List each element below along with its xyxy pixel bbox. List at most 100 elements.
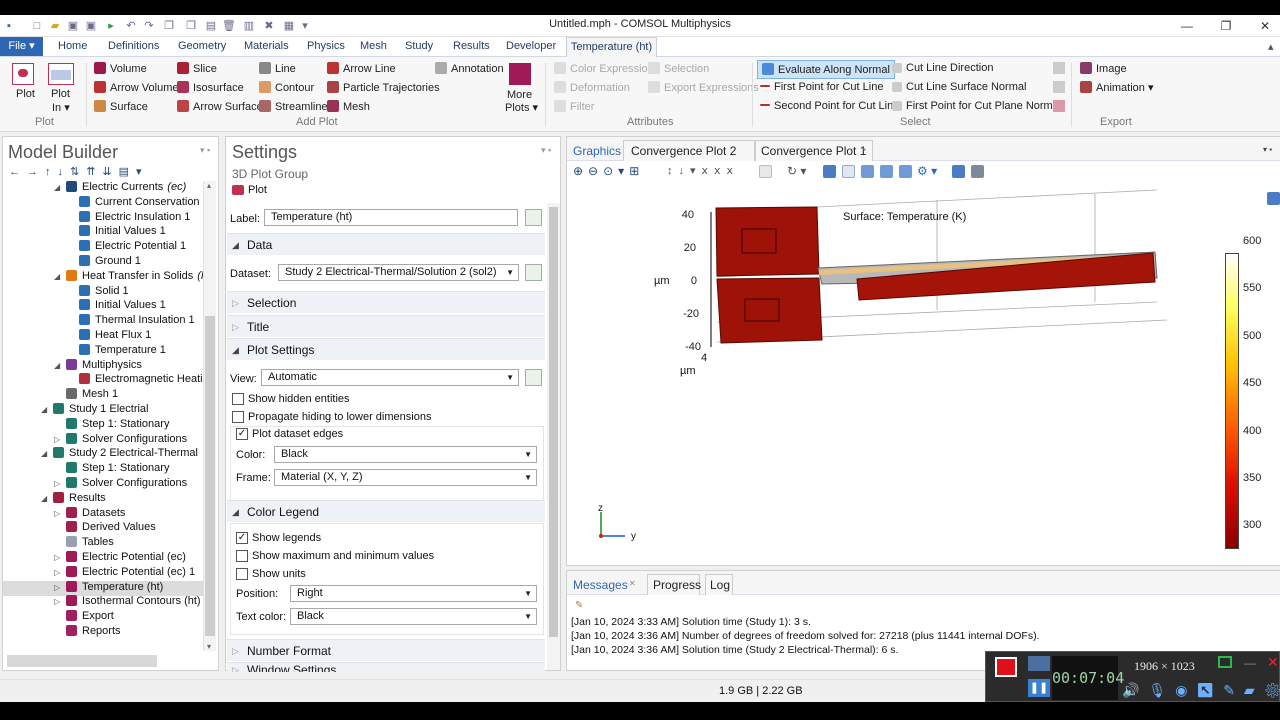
tree-item[interactable]: ▷ Datasets [54,506,125,522]
tree-item[interactable]: Current Conservation 1 [67,195,203,211]
mesh-plot-button[interactable]: Mesh [327,100,370,113]
filter-button[interactable]: Filter [554,100,594,113]
color-select[interactable]: Black ▼ [274,446,537,463]
tree-item[interactable]: ▷ Electric Potential (ec) [54,551,186,566]
tree-item[interactable]: ◢ Electric Currents (ec) [54,181,186,196]
frame-select[interactable]: Material (X, Y, Z) ▼ [274,469,537,486]
tree-item[interactable]: ▷ Isothermal Contours (ht) [54,595,201,610]
tree-item[interactable]: Electric Potential 1 [67,240,186,255]
cut-line-direction-button[interactable]: Cut Line Direction [892,62,993,74]
graphics-toolbar-zoom[interactable]: ⊕⊖⊙▾⊞ [573,164,644,178]
show-hidden-checkbox[interactable] [232,393,244,405]
tree-item[interactable]: Electromagnetic Heating [67,373,203,388]
tab-progress[interactable]: Progress [653,578,701,592]
plot-button[interactable]: Plot [16,88,35,100]
tree-item[interactable]: Initial Values 1 [67,225,166,240]
plot-canvas[interactable] [627,182,1247,502]
tab-convergence-plot-1[interactable]: Convergence Plot 1 [761,144,866,158]
tree-item[interactable]: ◢ Multiphysics [54,358,142,374]
plot-in-dropdown[interactable]: In ▾ [52,101,70,114]
plot-settings-button[interactable]: Plot [232,184,267,196]
grid-icon[interactable] [880,165,893,178]
tree-scrollbar[interactable]: ▴ ▾ [203,181,216,651]
tab-log[interactable]: Log [710,578,730,592]
pause-button[interactable]: ❚❚ [1028,679,1050,697]
annotation-button[interactable]: Annotation [435,62,504,75]
print-icon[interactable] [971,165,984,178]
tree-item[interactable]: ◢Heat Transfer in Solids(ht) [54,269,203,285]
tab-graphics[interactable]: Graphics [573,144,621,158]
show-maxmin-checkbox[interactable] [236,550,248,562]
tab-close-icon[interactable]: ▪ [863,145,866,154]
tab-geometry[interactable]: Geometry [178,40,226,52]
record-stop-button[interactable] [995,657,1017,677]
image-export-button[interactable]: Image [1080,62,1127,75]
tree-item[interactable]: ▷ Solver Configurations [54,477,187,492]
dataset-edges-checkbox[interactable]: ✓ [236,428,248,440]
tab-materials[interactable]: Materials [244,40,289,52]
select-extra-icon[interactable] [1053,62,1065,74]
tree-toggle-icon[interactable]: ◢ [54,183,63,192]
graphics-menu-icon[interactable]: ▾ ▪ [1263,145,1272,154]
evaluate-along-normal-button[interactable]: Evaluate Along Normal [757,60,895,79]
close-button[interactable]: ✕ [1242,15,1280,37]
section-title[interactable]: ▷ Title [227,315,545,337]
line-button[interactable]: Line [259,62,296,75]
plot-in-button[interactable]: Plot [51,88,70,100]
recorder-tools-icons[interactable]: 🔊🎙◉↖✎▰⚙ [1122,682,1280,699]
section-number-format[interactable]: ▷ Number Format [227,639,545,661]
minimize-recorder-icon[interactable]: — [1244,656,1258,670]
streamline-button[interactable]: Streamline [259,100,328,113]
tab-temperature-ht[interactable]: Temperature (ht) [566,37,657,58]
view-select[interactable]: Automatic ▼ [261,369,519,386]
tree-item[interactable]: ◢ Results [41,491,106,507]
dataset-goto-icon[interactable] [525,264,542,281]
region-icon[interactable] [1218,656,1232,668]
animation-export-button[interactable]: Animation ▾ [1080,81,1154,94]
tree-item[interactable]: Derived Values [54,521,156,536]
tree-toggle-icon[interactable]: ▷ [54,479,63,488]
position-select[interactable]: Right ▼ [290,585,537,602]
second-point-cut-line-button[interactable]: Second Point for Cut Line [760,100,899,112]
tree-item[interactable]: Initial Values 1 [67,299,166,314]
tab-study[interactable]: Study [405,40,433,52]
tree-toggle-icon[interactable]: ▷ [54,553,63,562]
tree-item[interactable]: ◢ Study 1 Electrial [41,403,148,418]
tree-toggle-icon[interactable]: ▷ [54,509,63,518]
tree-toggle-icon[interactable]: ◢ [41,405,50,414]
camera-icon[interactable] [952,165,965,178]
wireframe-icon[interactable] [861,165,874,178]
axis-icon[interactable] [899,165,912,178]
tree-hscrollbar[interactable] [7,655,157,667]
tab-mesh[interactable]: Mesh [360,40,387,52]
tree-toolbar[interactable]: ←→↑↓⇅⇈⇊▤▾ [9,165,149,178]
file-menu-button[interactable]: File ▾ [0,37,43,56]
close-recorder-icon[interactable]: ✕ [1267,654,1279,671]
tree-toggle-icon[interactable]: ▷ [54,435,63,444]
tree-toggle-icon[interactable]: ◢ [54,272,63,281]
slice-button[interactable]: Slice [177,62,217,75]
show-units-checkbox[interactable] [236,568,248,580]
color-expression-button[interactable]: Color Expression [554,62,654,75]
label-reset-icon[interactable] [525,209,542,226]
surface-button[interactable]: Surface [94,100,148,113]
view-icon[interactable] [759,165,772,178]
camera-icon[interactable] [1028,656,1050,671]
arrow-surface-button[interactable]: Arrow Surface [177,100,263,113]
settings-gear-icon[interactable]: ⚙ ▾ [917,164,937,178]
label-input[interactable]: Temperature (ht) [264,209,518,226]
section-selection[interactable]: ▷ Selection [227,291,545,313]
arrow-volume-button[interactable]: Arrow Volume [94,81,178,94]
tree-item[interactable]: ◢ Study 2 Electrical-Thermal [41,447,198,462]
tab-close-icon[interactable]: ✕ [629,579,636,588]
scene-light-icon[interactable] [823,165,836,178]
tree-toggle-icon[interactable]: ◢ [54,361,63,370]
tree-item[interactable]: Step 1: Stationary [54,462,169,477]
export-expressions-button[interactable]: Export Expressions [648,81,759,94]
tree-item[interactable]: ▷ Solver Configurations [54,432,187,448]
tree-item[interactable]: Tables [54,536,114,551]
section-data[interactable]: ◢ Data [227,233,545,255]
section-plot-settings[interactable]: ◢ Plot Settings [227,338,545,360]
collapse-ribbon-icon[interactable]: ▴ [1268,40,1274,53]
selection-attr-button[interactable]: Selection [648,62,709,75]
